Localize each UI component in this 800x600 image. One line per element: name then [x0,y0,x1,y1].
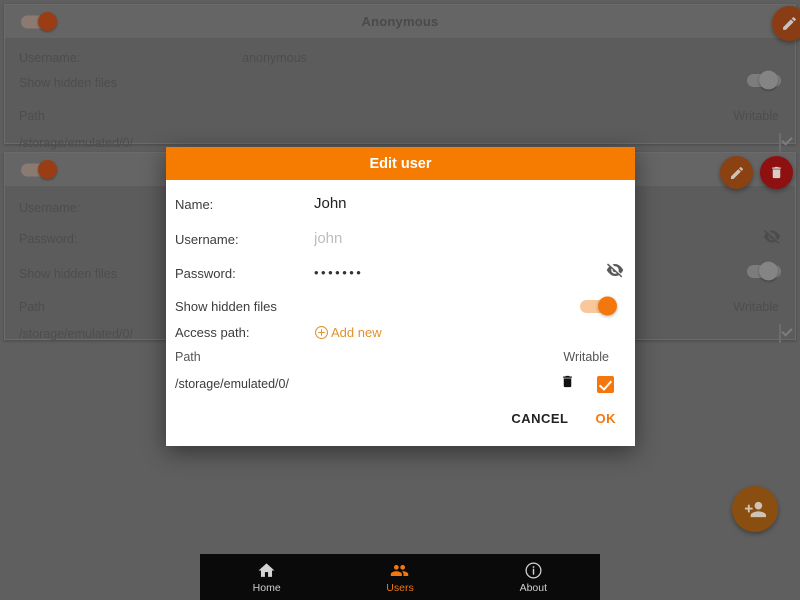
add-user-fab[interactable] [732,486,778,532]
add-new-path-button[interactable]: Add new [314,325,382,340]
nav-item-users[interactable]: Users [333,554,466,600]
writable-column-header: Writable [563,350,609,364]
path-header-row: Path Writable [19,106,781,125]
dialog-title-bar: Edit user [166,147,635,180]
edit-user-fab[interactable] [720,156,753,189]
user-card-header: Anonymous [5,5,795,38]
access-path-label: Access path: [175,325,250,340]
edit-user-dialog: Edit user Name: Username: P [166,147,635,446]
password-label: Password: [175,266,236,281]
trash-icon [563,375,572,388]
show-hidden-files-row: Show hidden files [175,295,626,317]
name-input-wrap [314,194,626,217]
reveal-password-button[interactable] [763,227,781,250]
path-value: /storage/emulated/0/ [19,135,133,150]
path-table-header: Path Writable [175,350,626,364]
username-input[interactable] [314,229,626,252]
nav-label-home: Home [252,581,281,594]
password-input-wrap: ••••••• [314,261,626,286]
path-value: /storage/emulated/0/ [19,326,133,341]
password-field-row: Password: ••••••• [175,261,626,286]
user-card-title: Anonymous [361,14,439,29]
username-input-wrap [314,229,626,252]
eye-off-icon [606,263,624,278]
username-field-row: Username: [175,229,626,252]
username-label: Username: [175,232,239,247]
username-label: Username: [19,200,81,215]
edit-user-fab[interactable] [772,6,800,41]
password-label: Password: [19,231,78,246]
cancel-button[interactable]: CANCEL [511,411,568,426]
path-column-header: Path [175,350,201,364]
user-enabled-toggle[interactable] [21,12,57,31]
pencil-icon [783,17,796,30]
info-icon [525,562,542,578]
eye-off-icon [763,229,781,244]
writable-checkbox[interactable] [779,323,781,343]
path-header: Path [19,108,45,123]
table-row: /storage/emulated/0/ [175,373,626,395]
reveal-password-button[interactable] [606,261,624,284]
app-root: Anonymous Username: anonymous Show hidde… [0,0,800,600]
name-input[interactable] [314,194,626,217]
user-card-anonymous[interactable]: Anonymous Username: anonymous Show hidde… [4,4,800,152]
username-row: Username: anonymous [19,48,781,67]
user-enabled-toggle[interactable] [21,160,57,179]
person-add-icon [744,501,766,517]
bottom-navigation: Home Users About [200,554,600,600]
dialog-actions: CANCEL OK [175,395,626,438]
show-hidden-files-label: Show hidden files [175,298,277,314]
delete-path-button[interactable] [560,373,575,395]
show-hidden-files-toggle[interactable] [580,296,617,316]
writable-checkbox[interactable] [597,375,614,393]
show-hidden-files-label: Show hidden files [19,266,117,281]
delete-user-fab[interactable] [760,156,793,189]
nav-item-home[interactable]: Home [200,554,333,600]
access-path-row: Access path: Add new [175,325,626,340]
path-header: Path [19,299,45,314]
username-label: Username: [19,50,81,65]
show-hidden-files-label: Show hidden files [19,75,117,90]
writable-checkbox[interactable] [779,132,781,152]
name-field-row: Name: [175,194,626,217]
path-row-actions [560,373,614,395]
pencil-icon [730,166,743,179]
password-input[interactable]: ••••••• [314,264,626,286]
writable-header: Writable [733,299,779,314]
ok-button[interactable]: OK [596,411,617,426]
dialog-title: Edit user [369,155,432,172]
nav-item-about[interactable]: About [467,554,600,600]
trash-icon [772,166,781,179]
add-new-label: Add new [331,325,382,340]
show-hidden-files-toggle[interactable] [747,70,781,92]
dialog-body: Name: Username: Password: ••••••• [166,180,635,446]
name-label: Name: [175,197,214,212]
nav-label-users: Users [386,581,414,594]
path-value: /storage/emulated/0/ [175,377,289,391]
writable-header: Writable [733,108,779,123]
plus-circle-icon [315,326,328,339]
show-hidden-files-row: Show hidden files [19,70,781,92]
username-value: anonymous [242,50,307,65]
people-icon [391,564,409,576]
nav-label-about: About [519,581,548,594]
home-icon [258,562,275,577]
show-hidden-files-toggle[interactable] [747,261,781,283]
